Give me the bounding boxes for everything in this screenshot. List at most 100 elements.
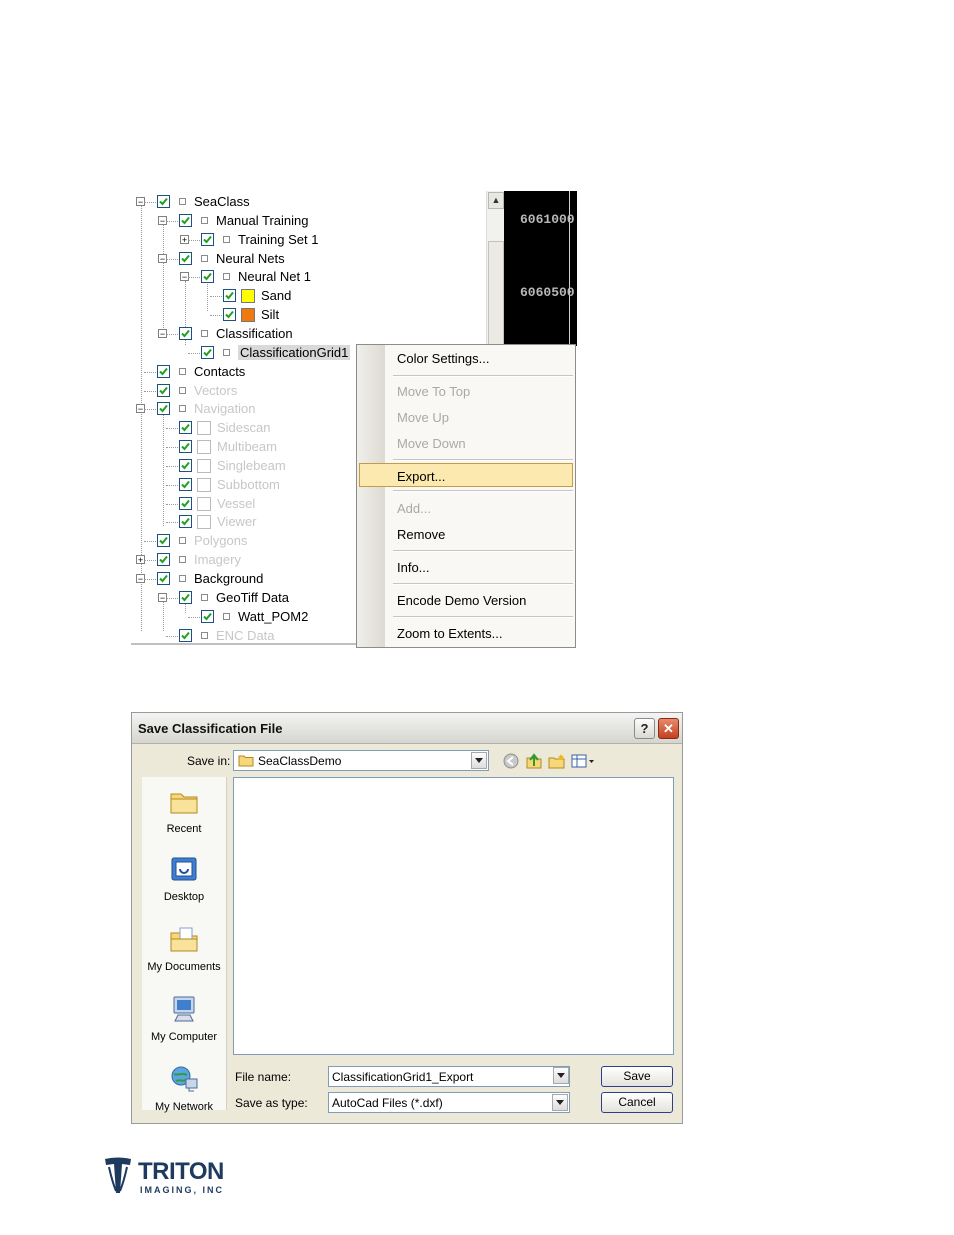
- tree-connector: [144, 560, 156, 561]
- color-swatch-icon: [241, 307, 255, 322]
- scroll-up-button[interactable]: ▲: [488, 192, 504, 209]
- layer-visibility-checkbox[interactable]: [157, 534, 170, 547]
- layer-visibility-checkbox[interactable]: [157, 572, 170, 585]
- layer-visibility-checkbox[interactable]: [179, 591, 192, 604]
- tree-node[interactable]: Background: [157, 569, 263, 588]
- context-menu-item[interactable]: Export...: [397, 469, 445, 484]
- tree-node[interactable]: Polygons: [157, 531, 247, 550]
- chevron-down-icon[interactable]: [471, 752, 487, 769]
- place-my-network[interactable]: My Network: [142, 1063, 226, 1113]
- tree-node[interactable]: Classification: [179, 324, 293, 343]
- context-menu-item[interactable]: Color Settings...: [397, 351, 490, 366]
- layer-visibility-checkbox[interactable]: [179, 440, 192, 453]
- tree-node-label: Subbottom: [217, 477, 280, 492]
- tree-connector: [166, 504, 178, 505]
- context-menu-item[interactable]: Add...: [397, 501, 431, 516]
- layer-visibility-checkbox[interactable]: [179, 478, 192, 491]
- up-folder-icon[interactable]: [525, 753, 543, 769]
- save-in-dropdown[interactable]: SeaClassDemo: [233, 750, 489, 771]
- tree-node[interactable]: Watt_POM2: [201, 607, 308, 626]
- company-logo: TRITON IMAGING, INC: [104, 1157, 224, 1197]
- tree-node[interactable]: ClassificationGrid1: [201, 343, 351, 362]
- place-desktop[interactable]: Desktop: [142, 853, 226, 903]
- new-folder-icon[interactable]: [548, 753, 566, 769]
- tree-node[interactable]: Neural Nets: [179, 249, 285, 268]
- layer-visibility-checkbox[interactable]: [179, 629, 192, 642]
- tree-connector: [210, 296, 222, 297]
- context-menu-item[interactable]: Zoom to Extents...: [397, 626, 503, 641]
- menu-separator: [393, 616, 573, 618]
- layer-visibility-checkbox[interactable]: [157, 402, 170, 415]
- save-button[interactable]: Save: [601, 1066, 673, 1087]
- tree-node[interactable]: Viewer: [179, 512, 257, 531]
- checkmark-icon: [181, 423, 190, 432]
- tree-node[interactable]: Imagery: [157, 550, 241, 569]
- place-recent[interactable]: Recent: [142, 785, 226, 835]
- tree-node[interactable]: Neural Net 1: [201, 267, 311, 286]
- layer-visibility-checkbox[interactable]: [157, 195, 170, 208]
- scroll-thumb[interactable]: [488, 241, 504, 346]
- chevron-down-icon[interactable]: [552, 1094, 568, 1111]
- place-my-documents[interactable]: My Documents: [142, 923, 226, 973]
- save-type-dropdown[interactable]: AutoCad Files (*.dxf): [328, 1092, 570, 1113]
- tree-node[interactable]: GeoTiff Data: [179, 588, 289, 607]
- save-type-label: Save as type:: [235, 1096, 308, 1110]
- layer-visibility-checkbox[interactable]: [179, 515, 192, 528]
- save-in-value: SeaClassDemo: [258, 754, 342, 768]
- layer-visibility-checkbox[interactable]: [157, 365, 170, 378]
- context-menu-item[interactable]: Move To Top: [397, 384, 470, 399]
- layer-visibility-checkbox[interactable]: [223, 308, 236, 321]
- tree-scrollbar[interactable]: ▲: [486, 191, 505, 346]
- tree-node-label: Viewer: [217, 514, 257, 529]
- tree-node-label: Contacts: [194, 364, 246, 379]
- layer-visibility-checkbox[interactable]: [201, 270, 214, 283]
- file-name-field[interactable]: ClassificationGrid1_Export: [328, 1066, 570, 1087]
- layer-visibility-checkbox[interactable]: [179, 214, 192, 227]
- layer-visibility-checkbox[interactable]: [201, 346, 214, 359]
- tree-node-label: Watt_POM2: [238, 609, 309, 624]
- context-menu-item[interactable]: Remove: [397, 527, 445, 542]
- help-button[interactable]: ?: [634, 718, 655, 739]
- tree-node[interactable]: Sidescan: [179, 418, 270, 437]
- tree-connector: [166, 428, 178, 429]
- tree-node[interactable]: Manual Training: [179, 211, 309, 230]
- layer-visibility-checkbox[interactable]: [179, 327, 192, 340]
- tree-node[interactable]: Navigation: [157, 399, 255, 418]
- place-my-computer[interactable]: My Computer: [142, 993, 226, 1043]
- close-button[interactable]: ✕: [658, 718, 679, 739]
- tree-node[interactable]: Silt: [223, 305, 279, 324]
- tree-node[interactable]: Training Set 1: [201, 230, 318, 249]
- layer-visibility-checkbox[interactable]: [179, 252, 192, 265]
- file-list-view[interactable]: [233, 777, 674, 1055]
- file-name-dropdown[interactable]: [552, 1066, 570, 1087]
- context-menu-item[interactable]: Encode Demo Version: [397, 593, 526, 608]
- context-menu-item[interactable]: Info...: [397, 560, 430, 575]
- cancel-button[interactable]: Cancel: [601, 1092, 673, 1113]
- back-icon[interactable]: [502, 753, 520, 769]
- layer-visibility-checkbox[interactable]: [201, 610, 214, 623]
- tree-node[interactable]: Subbottom: [179, 475, 280, 494]
- tree-node[interactable]: SeaClass: [157, 192, 250, 211]
- layer-visibility-checkbox[interactable]: [179, 421, 192, 434]
- menu-icon-gutter: [357, 345, 385, 647]
- tree-node[interactable]: Vectors: [157, 381, 237, 400]
- layer-visibility-checkbox[interactable]: [179, 497, 192, 510]
- tree-node[interactable]: Contacts: [157, 362, 245, 381]
- place-label: My Computer: [150, 1031, 218, 1043]
- layer-visibility-checkbox[interactable]: [157, 553, 170, 566]
- layer-visibility-checkbox[interactable]: [223, 289, 236, 302]
- tree-node[interactable]: Sand: [223, 286, 291, 305]
- tree-node[interactable]: Singlebeam: [179, 456, 286, 475]
- tree-node[interactable]: Vessel: [179, 494, 255, 513]
- menu-separator: [393, 375, 573, 377]
- chevron-down-icon[interactable]: [553, 1067, 569, 1084]
- tree-node[interactable]: Multibeam: [179, 437, 277, 456]
- context-menu-item[interactable]: Move Down: [397, 436, 466, 451]
- context-menu-item[interactable]: Move Up: [397, 410, 449, 425]
- view-menu-icon[interactable]: [571, 753, 595, 769]
- layer-visibility-checkbox[interactable]: [157, 384, 170, 397]
- layer-visibility-checkbox[interactable]: [179, 459, 192, 472]
- layer-visibility-checkbox[interactable]: [201, 233, 214, 246]
- tree-connector: [141, 206, 142, 631]
- checkmark-icon: [181, 461, 190, 470]
